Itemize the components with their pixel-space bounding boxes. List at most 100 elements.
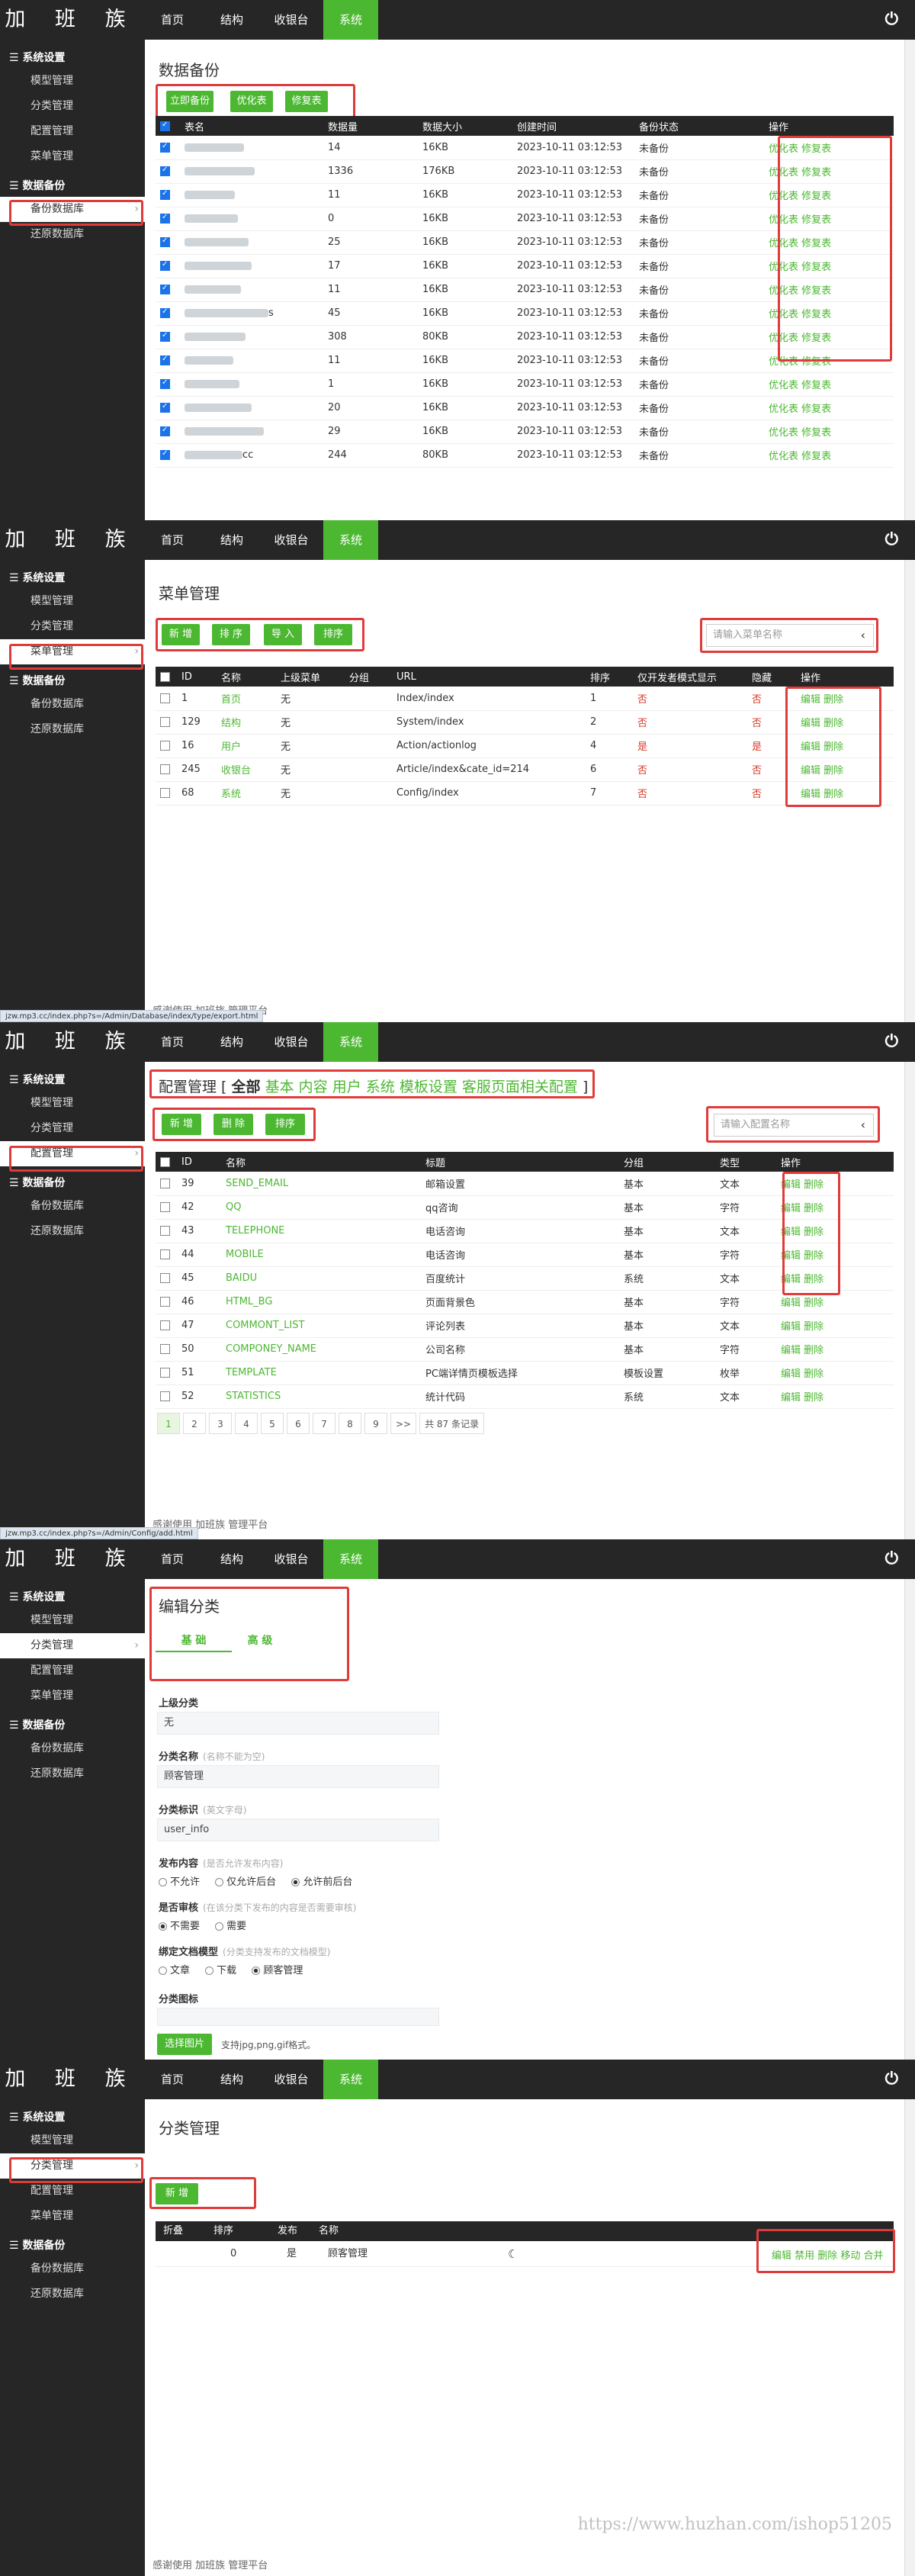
page-link[interactable]: 3 [209, 1413, 232, 1434]
row-name[interactable]: BAIDU [221, 1266, 421, 1291]
search-icon[interactable]: ‹ [861, 625, 865, 646]
row-checkbox[interactable] [160, 1297, 170, 1307]
sidebar-item-restore[interactable]: 还原数据库 [0, 1219, 145, 1244]
scrollbar[interactable] [904, 560, 915, 1022]
row-checkbox[interactable] [160, 1249, 170, 1259]
repair-link[interactable]: 修复表 [801, 404, 831, 415]
logout-icon[interactable]: ⏻ [885, 1549, 898, 1569]
optimize-link[interactable]: 优化表 [769, 167, 798, 178]
model-check-download[interactable]: 下载 [205, 1965, 236, 1976]
row-checkbox[interactable] [160, 1391, 170, 1401]
row-checkbox[interactable] [160, 693, 170, 703]
row-hide[interactable]: 是 [747, 734, 796, 758]
nav-structure[interactable]: 结构 [204, 520, 259, 560]
sidebar-item-model[interactable]: 模型管理 [0, 69, 145, 94]
tab-basic[interactable]: 基 础 [156, 1629, 232, 1652]
optimize-link[interactable]: 优化表 [769, 191, 798, 202]
import-button[interactable]: 导 入 [264, 624, 302, 645]
nav-home[interactable]: 首页 [145, 2060, 200, 2099]
edit-link[interactable]: 编辑 [801, 765, 820, 777]
sidebar-item-backup[interactable]: 备份数据库 [0, 197, 145, 222]
delete-link[interactable]: 删除 [804, 1392, 824, 1404]
scrollbar[interactable] [904, 2099, 915, 2576]
menu-search-input[interactable]: 请输入菜单名称 ‹ [706, 624, 874, 647]
optimize-link[interactable]: 优化表 [769, 214, 798, 226]
tab-system[interactable]: 系统 [366, 1079, 395, 1095]
row-name[interactable]: 用户 [217, 734, 276, 758]
optimize-link[interactable]: 优化表 [769, 427, 798, 439]
edit-link[interactable]: 编辑 [781, 1298, 801, 1309]
page-link[interactable]: 7 [313, 1413, 336, 1434]
row-name[interactable]: TELEPHONE [221, 1219, 421, 1243]
sidebar-item-config[interactable]: 配置管理 [0, 1658, 145, 1684]
edit-link[interactable]: 编辑 [801, 718, 820, 729]
row-checkbox[interactable] [160, 1273, 170, 1283]
scrollbar[interactable] [904, 1579, 915, 2060]
row-dev[interactable]: 否 [633, 781, 747, 806]
row-checkbox[interactable] [160, 1368, 170, 1378]
row-checkbox[interactable] [160, 307, 170, 318]
delete-link[interactable]: 删除 [804, 1274, 824, 1285]
review-radio-no[interactable]: 不需要 [159, 1921, 200, 1932]
scrollbar[interactable] [904, 40, 915, 520]
row-checkbox[interactable] [160, 378, 170, 389]
row-checkbox[interactable] [160, 1344, 170, 1354]
delete-link[interactable]: 删除 [804, 1321, 824, 1333]
optimize-link[interactable]: 优化表 [769, 333, 798, 344]
nav-system[interactable]: 系统 [323, 1539, 378, 1579]
row-checkbox[interactable] [160, 166, 170, 176]
row-checkbox[interactable] [160, 142, 170, 153]
nav-cashier[interactable]: 收银台 [264, 0, 319, 40]
delete-button[interactable]: 删 除 [214, 1114, 253, 1135]
row-checkbox[interactable] [160, 1178, 170, 1188]
tab-template[interactable]: 模板设置 [400, 1079, 458, 1095]
nav-system[interactable]: 系统 [323, 1022, 378, 1062]
name-field[interactable]: 顾客管理 [157, 1765, 439, 1788]
row-checkbox[interactable] [160, 213, 170, 224]
delete-link[interactable]: 删除 [824, 741, 843, 753]
row-name[interactable]: HTML_BG [221, 1290, 421, 1314]
row-checkbox[interactable] [160, 1226, 170, 1236]
nav-cashier[interactable]: 收银台 [264, 2060, 319, 2099]
edit-link[interactable]: 编辑 [801, 694, 820, 706]
row-checkbox[interactable] [160, 717, 170, 727]
sidebar-item-backup[interactable]: 备份数据库 [0, 1736, 145, 1761]
sidebar-item-model[interactable]: 模型管理 [0, 2128, 145, 2153]
repair-link[interactable]: 修复表 [801, 380, 831, 391]
row-name[interactable]: TEMPLATE [221, 1361, 421, 1385]
sidebar-item-model[interactable]: 模型管理 [0, 1608, 145, 1633]
row-name[interactable]: 结构 [217, 710, 276, 735]
row-hide[interactable]: 否 [747, 757, 796, 782]
row-checkbox[interactable] [160, 1202, 170, 1212]
delete-link[interactable]: 删除 [804, 1298, 824, 1309]
edit-link[interactable]: 编辑 [781, 1321, 801, 1333]
publish-radio-none[interactable]: 不允许 [159, 1877, 200, 1888]
review-radio-yes[interactable]: 需要 [215, 1921, 246, 1932]
sidebar-item-category[interactable]: 分类管理 [0, 614, 145, 639]
row-checkbox[interactable] [160, 426, 170, 436]
row-name[interactable]: 首页 [217, 687, 276, 711]
delete-link[interactable]: 删除 [824, 789, 843, 800]
edit-link[interactable]: 编辑 [781, 1250, 801, 1262]
sidebar-item-category[interactable]: 分类管理 [0, 2153, 145, 2179]
sidebar-item-config[interactable]: 配置管理 [0, 119, 145, 144]
nav-home[interactable]: 首页 [145, 1539, 200, 1579]
nav-home[interactable]: 首页 [145, 1022, 200, 1062]
logout-icon[interactable]: ⏻ [885, 1032, 898, 1052]
repair-link[interactable]: 修复表 [801, 309, 831, 320]
page-link[interactable]: 8 [339, 1413, 361, 1434]
repair-link[interactable]: 修复表 [801, 262, 831, 273]
nav-system[interactable]: 系统 [323, 520, 378, 560]
nav-system[interactable]: 系统 [323, 0, 378, 40]
optimize-link[interactable]: 优化表 [769, 285, 798, 297]
row-checkbox[interactable] [160, 236, 170, 247]
page-link[interactable]: 1 [157, 1413, 180, 1434]
sidebar-item-category[interactable]: 分类管理 [0, 1116, 145, 1141]
row-checkbox[interactable] [160, 788, 170, 798]
row-checkbox[interactable] [160, 260, 170, 271]
page-link[interactable]: >> [390, 1413, 417, 1434]
tab-user[interactable]: 用户 [332, 1079, 361, 1095]
delete-link[interactable]: 删除 [824, 718, 843, 729]
repair-link[interactable]: 修复表 [801, 191, 831, 202]
select-all-checkbox[interactable] [160, 121, 170, 131]
